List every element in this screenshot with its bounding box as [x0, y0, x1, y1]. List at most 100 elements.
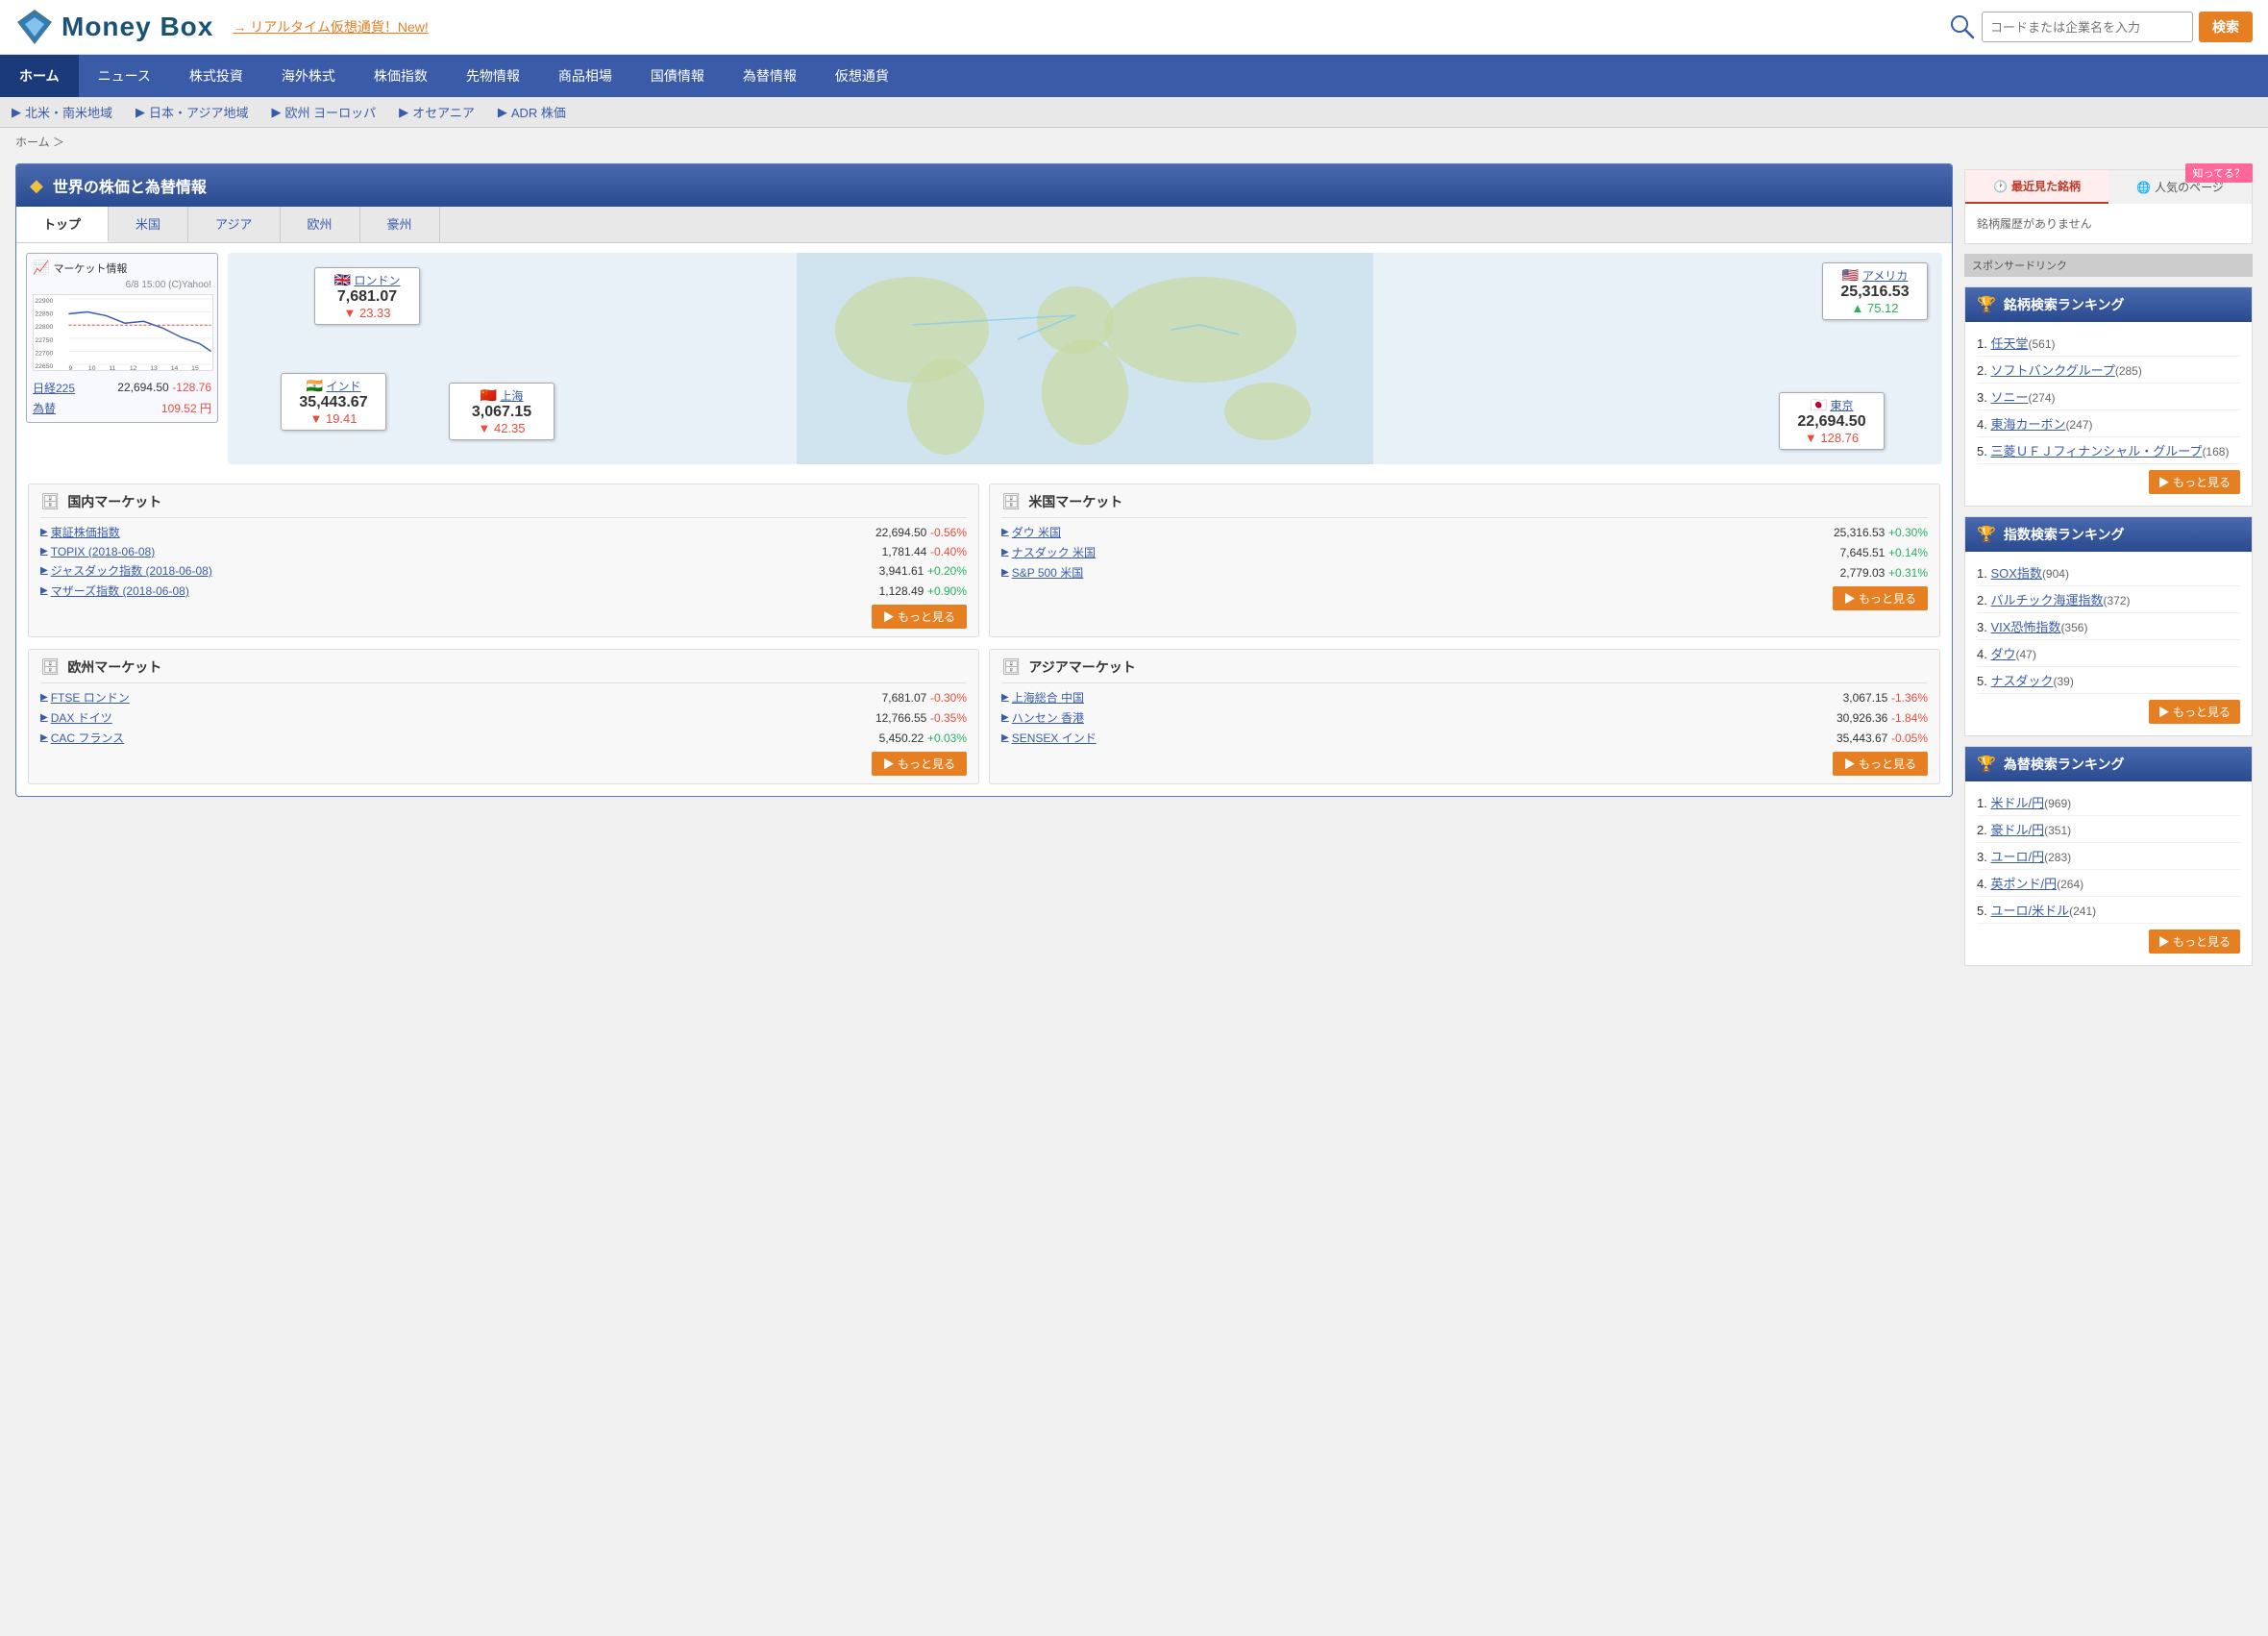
index-rank-4-link[interactable]: ダウ — [1990, 647, 2015, 661]
search-button[interactable]: 検索 — [2199, 12, 2253, 42]
chart-label: マーケット情報 — [53, 260, 127, 276]
sensex-link[interactable]: ▶ SENSEX インド — [1001, 730, 1097, 746]
popular-icon: 🌐 — [2136, 181, 2151, 194]
domestic-icon: 🗄 — [40, 492, 60, 511]
svg-text:12: 12 — [130, 365, 137, 371]
jasdaq-link[interactable]: ▶ ジャスダック指数 (2018-06-08) — [40, 562, 212, 579]
index-ranking-section: 🏆 指数検索ランキング 1. SOX指数(904) 2. バルチック海運指数(3… — [1964, 516, 2253, 736]
index-rank-5-link[interactable]: ナスダック — [1990, 674, 2053, 688]
shiru-badge[interactable]: 知ってる？ — [2185, 163, 2253, 183]
sub-nav-adr[interactable]: ▶ ADR 株価 — [498, 103, 566, 121]
world-tab-asia[interactable]: アジア — [188, 207, 280, 242]
us-more-button[interactable]: ▶ もっと見る — [1833, 586, 1928, 610]
shanghai-link[interactable]: 上海 — [501, 389, 524, 403]
fx-rank-3-link[interactable]: ユーロ/円 — [1990, 850, 2044, 864]
shanghai-total-link[interactable]: ▶ 上海総合 中国 — [1001, 689, 1084, 706]
cac-link[interactable]: ▶ CAC フランス — [40, 730, 124, 746]
stock-rank-3: 3. ソニー(274) — [1977, 384, 2240, 410]
us-title: 米国マーケット — [1028, 492, 1122, 511]
search-input[interactable] — [1982, 12, 2193, 42]
logo-icon — [15, 8, 54, 46]
nikkei-chart: 22900 22850 22800 22750 22700 22650 — [33, 294, 213, 371]
world-market-body: トップ 米国 アジア 欧州 豪州 📈 マーケット情報 6/8 15:00 (C)… — [16, 207, 1952, 796]
world-tab-europe[interactable]: 欧州 — [281, 207, 360, 242]
ftse-link[interactable]: ▶ FTSE ロンドン — [40, 689, 130, 706]
index-rank-1: 1. SOX指数(904) — [1977, 559, 2240, 586]
world-market-title: 世界の株価と為替情報 — [53, 174, 207, 197]
europe-title: 欧州マーケット — [67, 657, 161, 677]
stock-ranking-more-button[interactable]: ▶ もっと見る — [2149, 470, 2240, 494]
dow-link[interactable]: ▶ ダウ 米国 — [1001, 524, 1061, 540]
world-market-section: ◆ 世界の株価と為替情報 トップ 米国 アジア 欧州 豪州 📈 — [15, 163, 1953, 797]
nav-item-index[interactable]: 株価指数 — [355, 55, 447, 97]
stock-rank-3-link[interactable]: ソニー — [1990, 390, 2028, 405]
europe-row-3: ▶ CAC フランス 5,450.22 +0.03% — [40, 730, 967, 746]
world-market-icon: ◆ — [30, 176, 43, 196]
stock-rank-5-link[interactable]: 三菱ＵＦＪフィナンシャル・グループ — [1990, 444, 2202, 459]
india-card: 🇮🇳 インド 35,443.67 ▼ 19.41 — [281, 373, 386, 431]
right-column: 知ってる？ 🕐 最近見た銘柄 🌐 人気のページ 銘柄履歴がありません スポンサー… — [1964, 163, 2253, 976]
nasdaq-link[interactable]: ▶ ナスダック 米国 — [1001, 544, 1096, 560]
world-map-area: 📈 マーケット情報 6/8 15:00 (C)Yahoo! 22900 2285… — [16, 243, 1952, 474]
topix-link[interactable]: ▶ TOPIX (2018-06-08) — [40, 545, 155, 558]
index-rank-1-link[interactable]: SOX指数 — [1990, 566, 2041, 581]
nav-item-forex[interactable]: 為替情報 — [724, 55, 816, 97]
world-tab-australia[interactable]: 豪州 — [360, 207, 440, 242]
world-tab-us[interactable]: 米国 — [109, 207, 188, 242]
fx-ranking-more-button[interactable]: ▶ もっと見る — [2149, 930, 2240, 954]
sponsor-label: スポンサードリンク — [1964, 254, 2253, 277]
nav-item-commodities[interactable]: 商品相場 — [539, 55, 631, 97]
svg-text:14: 14 — [171, 365, 179, 371]
sub-nav-europe[interactable]: ▶ 欧州 ヨーロッパ — [272, 103, 377, 121]
nav-item-bonds[interactable]: 国債情報 — [631, 55, 724, 97]
europe-more-button[interactable]: ▶ もっと見る — [872, 752, 967, 776]
index-rank-3-link[interactable]: VIX恐怖指数 — [1990, 620, 2060, 634]
domestic-more-button[interactable]: ▶ もっと見る — [872, 605, 967, 629]
nav-item-overseas[interactable]: 海外株式 — [262, 55, 355, 97]
nav-item-news[interactable]: ニュース — [79, 55, 170, 97]
hangseng-link[interactable]: ▶ ハンセン 香港 — [1001, 709, 1084, 726]
india-link[interactable]: インド — [327, 380, 361, 393]
nav-item-home[interactable]: ホーム — [0, 55, 79, 97]
us-row-3: ▶ S&P 500 米国 2,779.03 +0.31% — [1001, 564, 1928, 581]
index-rank-2-link[interactable]: バルチック海運指数 — [1990, 593, 2103, 607]
stock-rank-1-link[interactable]: 任天堂 — [1990, 336, 2028, 351]
us-icon: 🗄 — [1001, 492, 1021, 511]
dax-link[interactable]: ▶ DAX ドイツ — [40, 709, 112, 726]
asia-header: 🗄 アジアマーケット — [1001, 657, 1928, 683]
asia-more-button[interactable]: ▶ もっと見る — [1833, 752, 1928, 776]
london-link[interactable]: ロンドン — [355, 274, 401, 287]
svg-text:22700: 22700 — [35, 350, 53, 357]
fx-rank-4-link[interactable]: 英ポンド/円 — [1990, 877, 2057, 891]
svg-text:22900: 22900 — [35, 298, 53, 305]
svg-text:22650: 22650 — [35, 363, 53, 370]
svg-text:9: 9 — [68, 365, 72, 371]
sub-nav-northamerica[interactable]: ▶ 北米・南米地域 — [12, 103, 112, 121]
fx-link[interactable]: 為替 — [33, 400, 56, 416]
fx-rank-1-link[interactable]: 米ドル/円 — [1990, 796, 2044, 810]
world-tab-top[interactable]: トップ — [16, 207, 109, 242]
america-card: 🇺🇸 アメリカ 25,316.53 ▲ 75.12 — [1822, 262, 1928, 320]
tse-link[interactable]: ▶ 東証株価指数 — [40, 524, 120, 540]
america-link[interactable]: アメリカ — [1862, 269, 1908, 283]
tokyo-link[interactable]: 東京 — [1831, 399, 1854, 412]
domestic-market-box: 🗄 国内マーケット ▶ 東証株価指数 22,694.50 -0.56% ▶ TO… — [28, 483, 979, 637]
index-ranking-more-button[interactable]: ▶ もっと見る — [2149, 700, 2240, 724]
stock-rank-4-link[interactable]: 東海カーボン — [1990, 417, 2065, 432]
index-rank-2: 2. バルチック海運指数(372) — [1977, 586, 2240, 613]
stock-rank-2-link[interactable]: ソフトバンクグループ — [1990, 363, 2114, 378]
nikkei-link[interactable]: 日経225 — [33, 380, 75, 396]
nav-item-crypto[interactable]: 仮想通貨 — [816, 55, 908, 97]
nav-item-stocks[interactable]: 株式投資 — [170, 55, 262, 97]
fx-rank-5-link[interactable]: ユーロ/米ドル — [1990, 904, 2069, 918]
sub-nav-japanasia[interactable]: ▶ 日本・アジア地域 — [136, 103, 248, 121]
asia-market-box: 🗄 アジアマーケット ▶ 上海総合 中国 3,067.15 -1.36% ▶ ハ… — [989, 649, 1940, 784]
promo-link[interactable]: → リアルタイム仮想通貨！New! — [233, 17, 1930, 37]
nav-item-futures[interactable]: 先物情報 — [447, 55, 539, 97]
sp500-link[interactable]: ▶ S&P 500 米国 — [1001, 564, 1083, 581]
sub-nav-oceania[interactable]: ▶ オセアニア — [399, 103, 475, 121]
fx-rank-2-link[interactable]: 豪ドル/円 — [1990, 823, 2044, 837]
recently-viewed-tab[interactable]: 🕐 最近見た銘柄 — [1965, 170, 2108, 204]
fx-row: 為替 109.52 円 — [33, 400, 211, 416]
mothers-link[interactable]: ▶ マザーズ指数 (2018-06-08) — [40, 583, 189, 599]
